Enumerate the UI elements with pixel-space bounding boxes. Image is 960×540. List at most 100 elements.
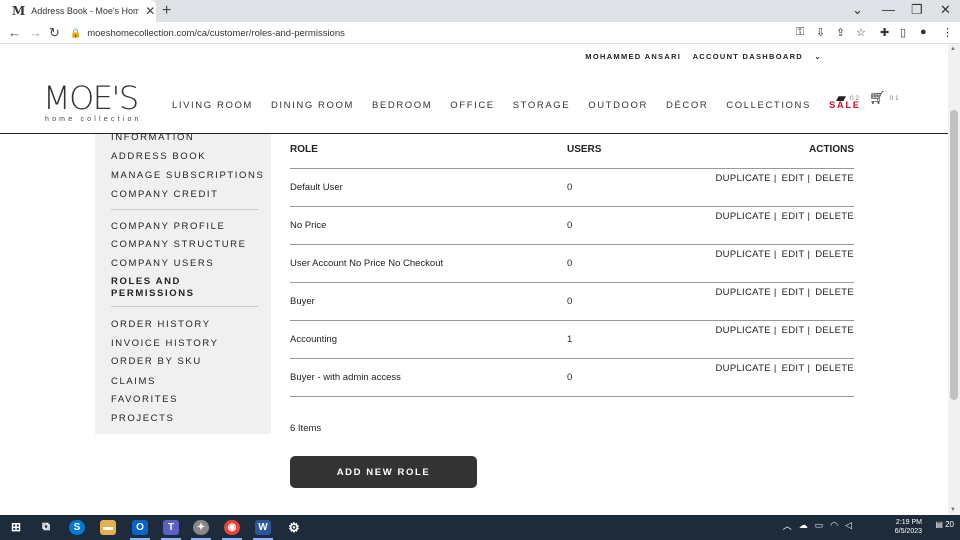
close-window-icon[interactable]: ✕ (940, 2, 951, 18)
word-icon[interactable]: W (255, 520, 271, 535)
row-divider (290, 358, 854, 359)
chrome-icon[interactable]: ◉ (224, 520, 240, 535)
task-view-icon[interactable]: ⧉ (38, 520, 54, 535)
minimize-icon[interactable]: — (882, 2, 895, 17)
bookmark-star-icon[interactable]: ☆ (856, 26, 866, 39)
sidebar-item-company-users[interactable]: COMPANY USERS (111, 258, 214, 269)
edit-link[interactable]: EDIT (782, 287, 805, 298)
duplicate-link[interactable]: DUPLICATE (716, 249, 771, 260)
nav-living-room[interactable]: LIVING ROOM (172, 100, 253, 111)
delete-link[interactable]: DELETE (815, 287, 854, 298)
url-field[interactable]: 🔒 moeshomecollection.com/ca/customer/rol… (70, 24, 780, 42)
nav-storage[interactable]: STORAGE (513, 100, 570, 111)
row-divider (290, 396, 854, 397)
sidebar-item-favorites[interactable]: FAVORITES (111, 394, 178, 405)
delete-link[interactable]: DELETE (815, 325, 854, 336)
scroll-up-icon[interactable]: ▲ (950, 46, 956, 52)
windows-start-icon[interactable]: ⊞ (8, 520, 24, 535)
sidebar-item-invoice-history[interactable]: INVOICE HISTORY (111, 338, 219, 349)
teams-icon[interactable]: T (163, 520, 179, 535)
profile-avatar-icon[interactable]: ● (920, 26, 927, 38)
delete-link[interactable]: DELETE (815, 211, 854, 222)
onedrive-icon[interactable]: ☁ (799, 520, 808, 531)
extensions-icon[interactable]: ✚ (880, 26, 889, 39)
install-app-icon[interactable]: ⇩ (816, 26, 825, 39)
share-icon[interactable]: ⇪ (836, 26, 845, 39)
back-icon[interactable]: ← (8, 25, 21, 40)
app-icon[interactable]: ✦ (193, 520, 209, 535)
file-explorer-icon[interactable]: ▬ (100, 520, 116, 535)
column-header-users: USERS (567, 144, 602, 155)
role-user-count: 1 (567, 334, 573, 345)
row-divider (290, 244, 854, 245)
sidebar-item-information[interactable]: INFORMATION (111, 132, 194, 143)
side-panel-icon[interactable]: ▯ (900, 26, 906, 39)
nav-collections[interactable]: COLLECTIONS (726, 100, 811, 111)
tab-search-icon[interactable]: ⌄ (852, 2, 863, 18)
tray-chevron-up-icon[interactable]: ︿ (783, 519, 792, 532)
delete-link[interactable]: DELETE (815, 173, 854, 184)
page-scrollbar[interactable]: ▲ ▼ (948, 44, 960, 515)
user-name-link[interactable]: MOHAMMED ANSARI (585, 52, 681, 61)
folder-icon[interactable]: ▰ (836, 90, 846, 106)
duplicate-link[interactable]: DUPLICATE (716, 173, 771, 184)
skype-icon[interactable]: S (69, 520, 85, 535)
close-tab-icon[interactable]: ✕ (145, 4, 155, 18)
add-new-role-button[interactable]: ADD NEW ROLE (290, 456, 477, 488)
role-name: Accounting (290, 334, 338, 345)
sidebar-item-claims[interactable]: CLAIMS (111, 376, 156, 387)
browser-menu-icon[interactable]: ⋮ (942, 26, 953, 39)
scroll-down-icon[interactable]: ▼ (950, 507, 956, 513)
password-key-icon[interactable]: ⚿ (796, 26, 804, 39)
sidebar-item-projects[interactable]: PROJECTS (111, 413, 174, 424)
notifications-icon[interactable]: ▤ 20 (935, 520, 954, 529)
tab-title: Address Book - Moe's Home Coll (31, 6, 140, 16)
duplicate-link[interactable]: DUPLICATE (716, 363, 771, 374)
sidebar-item-company-structure[interactable]: COMPANY STRUCTURE (111, 239, 247, 250)
nav-decor[interactable]: DÉCOR (666, 100, 708, 111)
duplicate-link[interactable]: DUPLICATE (716, 287, 771, 298)
account-dashboard-link[interactable]: ACCOUNT DASHBOARD (693, 52, 803, 61)
logo-sub-text: home collection (45, 116, 142, 123)
forward-icon[interactable]: → (29, 25, 42, 40)
sidebar-item-order-history[interactable]: ORDER HISTORY (111, 319, 211, 330)
browser-tab[interactable]: M Address Book - Moe's Home Coll ✕ (0, 0, 156, 22)
battery-icon[interactable]: ▭ (815, 520, 824, 531)
edit-link[interactable]: EDIT (782, 211, 805, 222)
delete-link[interactable]: DELETE (815, 363, 854, 374)
site-logo[interactable]: MOE'S home collection (43, 82, 142, 123)
cart-icon[interactable]: 🛒︎ (869, 90, 886, 106)
scroll-thumb[interactable] (950, 110, 958, 400)
settings-gear-icon[interactable]: ⚙ (286, 520, 302, 535)
edit-link[interactable]: EDIT (782, 363, 805, 374)
wifi-icon[interactable]: ◠ (830, 520, 838, 531)
edit-link[interactable]: EDIT (782, 325, 805, 336)
restore-icon[interactable]: ❐ (911, 2, 923, 18)
sidebar-item-roles-and-permissions[interactable]: ROLES AND PERMISSIONS (111, 276, 221, 300)
clock-time: 2:19 PM (895, 519, 922, 526)
duplicate-link[interactable]: DUPLICATE (716, 325, 771, 336)
edit-link[interactable]: EDIT (782, 173, 805, 184)
row-divider (290, 168, 854, 169)
row-divider (290, 206, 854, 207)
delete-link[interactable]: DELETE (815, 249, 854, 260)
sidebar-item-manage-subscriptions[interactable]: MANAGE SUBSCRIPTIONS (111, 170, 264, 181)
sidebar-item-address-book[interactable]: ADDRESS BOOK (111, 151, 206, 162)
chevron-down-icon[interactable]: ⌄ (814, 52, 822, 61)
nav-dining-room[interactable]: DINING ROOM (271, 100, 354, 111)
duplicate-link[interactable]: DUPLICATE (716, 211, 771, 222)
sidebar-item-company-credit[interactable]: COMPANY CREDIT (111, 189, 219, 200)
action-separator: | (807, 287, 811, 298)
taskbar-clock[interactable]: 2:19 PM 6/5/2023 (895, 518, 922, 536)
sidebar-item-order-by-sku[interactable]: ORDER BY SKU (111, 356, 202, 367)
outlook-icon[interactable]: O (132, 520, 148, 535)
reload-icon[interactable]: ↻ (49, 25, 60, 41)
nav-bedroom[interactable]: BEDROOM (372, 100, 432, 111)
new-tab-icon[interactable]: + (162, 2, 171, 20)
volume-icon[interactable]: ◁ (845, 520, 852, 531)
edit-link[interactable]: EDIT (782, 249, 805, 260)
nav-outdoor[interactable]: OUTDOOR (588, 100, 648, 111)
sidebar-item-company-profile[interactable]: COMPANY PROFILE (111, 221, 225, 232)
nav-office[interactable]: OFFICE (450, 100, 494, 111)
clock-date: 6/5/2023 (894, 528, 922, 535)
